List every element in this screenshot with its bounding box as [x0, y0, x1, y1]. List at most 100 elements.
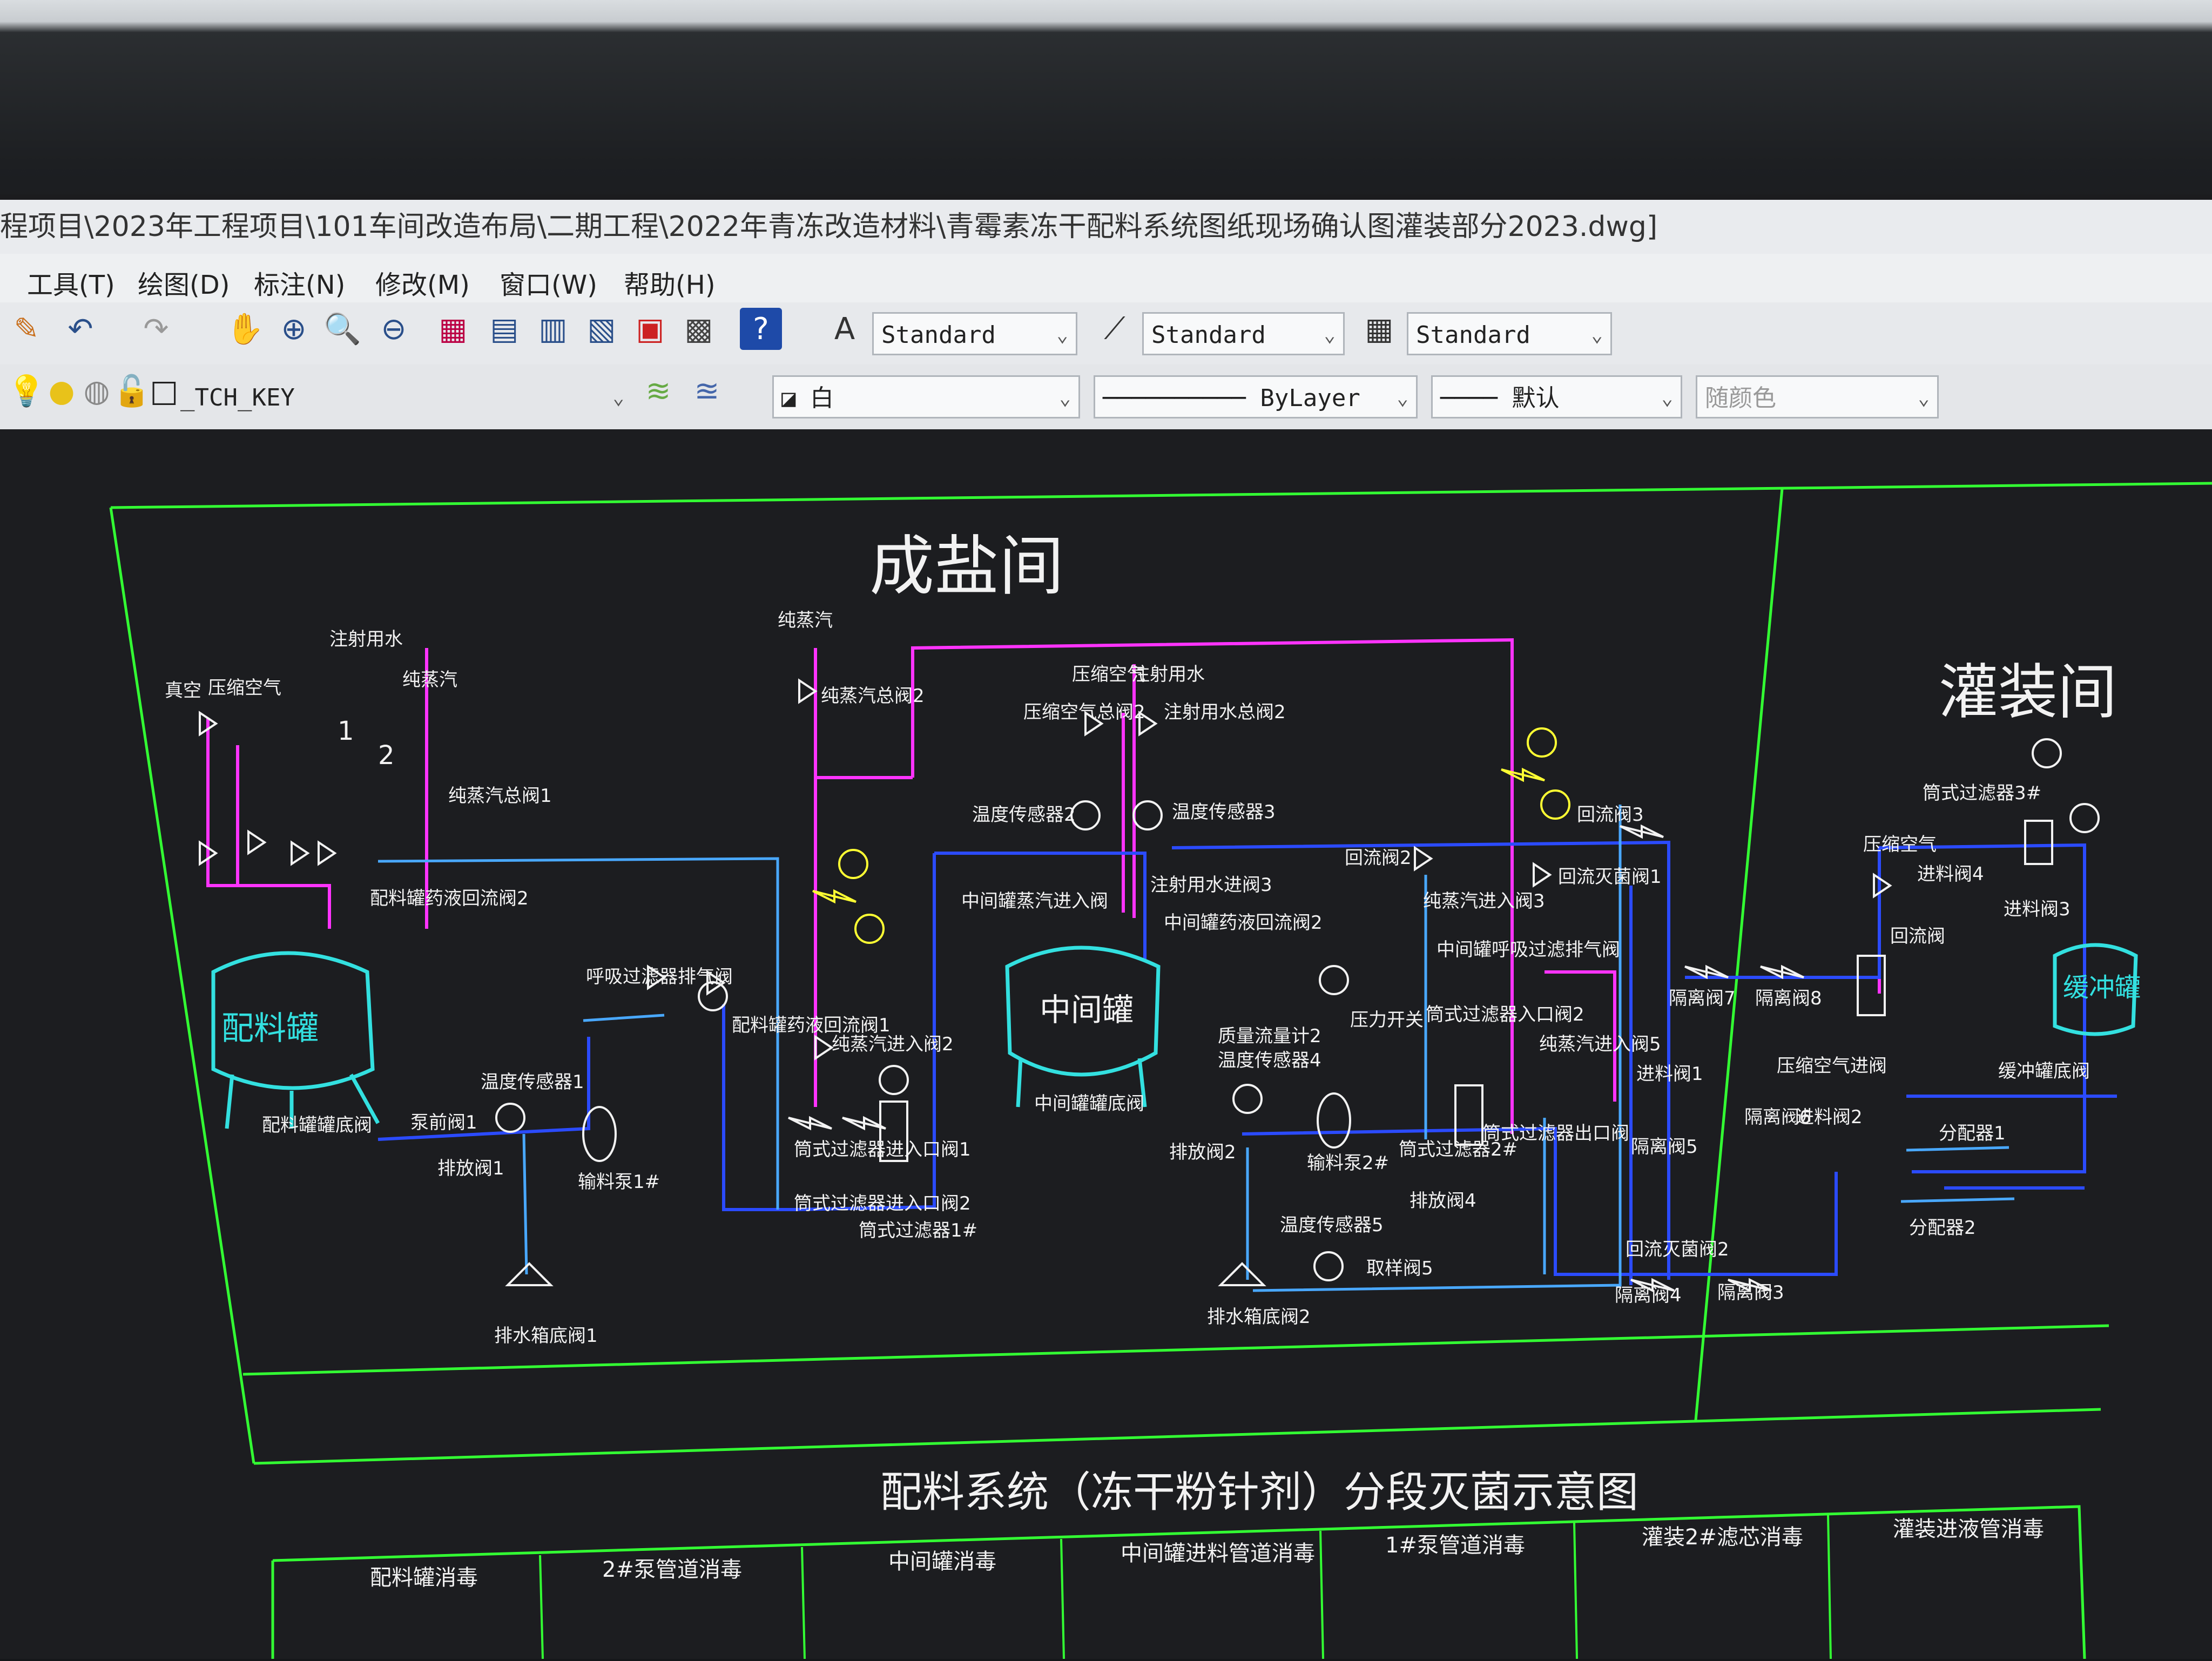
label-steam-main-1: 纯蒸汽总阀1: [448, 785, 552, 807]
lineweight-select[interactable]: ──── 默认 ⌄: [1431, 375, 1682, 418]
layer-select[interactable]: _TCH_KEY ⌄: [173, 376, 632, 420]
sterilization-table: 配料罐消毒 2#泵管道消毒 中间罐消毒 中间罐进料管道消毒 1#泵管道消毒 灌装…: [370, 1517, 2044, 1590]
label-inject-water: 注射用水: [329, 629, 403, 650]
label-return-3: 回流阀3: [1577, 804, 1644, 826]
label-drain-1: 排放阀1: [437, 1158, 504, 1179]
label-valve-1: 1: [338, 716, 354, 746]
label-water-top: 注射用水: [1131, 664, 1205, 685]
label-isolate-3: 隔离阀3: [1717, 1282, 1784, 1304]
label-distributor-1: 分配器1: [1939, 1123, 2006, 1144]
design-center-icon[interactable]: ▤: [483, 308, 525, 350]
dim-style-icon: ⟋: [1104, 311, 1125, 346]
middle-tank-label: 中间罐: [1040, 991, 1134, 1028]
label-valve-2: 2: [378, 740, 395, 771]
menu-modify[interactable]: 修改(M): [375, 264, 470, 301]
label-compressed-air: 压缩空气: [208, 677, 281, 699]
tool-palettes-icon[interactable]: ▥: [532, 308, 574, 350]
label-steam-main-2: 纯蒸汽总阀2: [821, 685, 925, 707]
frame-bottom: [253, 1408, 2101, 1465]
menu-window[interactable]: 窗口(W): [500, 264, 597, 301]
help-icon[interactable]: ?: [740, 308, 782, 350]
dim-style-select[interactable]: Standard ⌄: [1142, 312, 1345, 355]
table-style-icon: ▦: [1365, 311, 1394, 347]
label-water-total-2: 注射用水总阀2: [1164, 701, 1286, 723]
label-feed-3: 进料阀3: [2004, 899, 2071, 920]
label-filter-in-1: 筒式过滤器进入口阀1: [794, 1139, 971, 1160]
label-feed-4: 进料阀4: [1917, 863, 1984, 885]
label-isolate-8: 隔离阀8: [1755, 988, 1822, 1009]
redo-icon[interactable]: ↷: [135, 308, 177, 350]
label-temp-5: 温度传感器5: [1280, 1214, 1384, 1236]
text-style-icon: A: [834, 311, 855, 347]
sheet-set-icon[interactable]: ▧: [581, 308, 623, 350]
undo-icon[interactable]: ↶: [59, 308, 102, 350]
label-temp-2: 温度传感器2: [972, 804, 1076, 826]
cell-middle-feed: 中间罐进料管道消毒: [1121, 1541, 1315, 1566]
cell-batch-tank: 配料罐消毒: [370, 1565, 478, 1590]
layer-previous-icon[interactable]: ≊: [686, 370, 728, 412]
label-batch-return-1: 配料罐药液回流阀1: [732, 1015, 891, 1036]
cell-middle-tank: 中间罐消毒: [888, 1549, 996, 1574]
zoom-window-icon[interactable]: 🔍: [321, 308, 363, 350]
label-pump-2: 输料泵2#: [1307, 1152, 1389, 1174]
label-buffer-bottom: 缓冲罐底阀: [1998, 1061, 2090, 1082]
label-water-in-3: 注射用水进阀3: [1150, 874, 1272, 896]
cell-pump1: 1#泵管道消毒: [1385, 1533, 1525, 1558]
label-drain-box-1: 排水箱底阀1: [494, 1325, 598, 1347]
menu-draw[interactable]: 绘图(D): [138, 264, 230, 301]
label-steam-in-3: 纯蒸汽进入阀3: [1423, 890, 1545, 912]
vessels: [211, 943, 2138, 1129]
calculator-icon[interactable]: ▩: [678, 308, 720, 350]
plot-style-select[interactable]: 随颜色 ⌄: [1696, 375, 1939, 418]
menu-tools[interactable]: 工具(T): [27, 264, 115, 301]
label-middle-return-2: 中间罐药液回流阀2: [1164, 912, 1323, 934]
label-return-total-1: 回流灭菌阀1: [1558, 866, 1662, 888]
drawing-area[interactable]: 成盐间 灌装间 配料罐 中间罐 缓冲罐 注射用水 真空 压缩空气 纯蒸汽 1 2…: [0, 429, 2212, 1659]
linetype-select[interactable]: ────────── ByLayer ⌄: [1094, 375, 1418, 418]
label-drain-box-2: 排水箱底阀2: [1207, 1306, 1311, 1328]
label-batch-return-2: 配料罐药液回流阀2: [370, 888, 529, 909]
frame-top: [110, 482, 2212, 509]
properties-icon[interactable]: ▦: [432, 308, 474, 350]
layer-properties-icon[interactable]: ≋: [637, 370, 679, 412]
label-filter-1: 筒式过滤器1#: [859, 1220, 977, 1241]
markup-icon[interactable]: ▣: [629, 308, 671, 350]
standard-toolbar: ✎ ↶ ↷ ✋ ⊕ 🔍 ⊖ ▦ ▤ ▥ ▧ ▣ ▩ ? A Standard ⌄ …: [0, 302, 2212, 364]
label-pump-1: 输料泵1#: [578, 1171, 660, 1193]
menu-dimension[interactable]: 标注(N): [254, 264, 345, 301]
label-cap-filter-2: 筒式过滤器入口阀2: [1426, 1004, 1584, 1025]
label-return-2: 回流阀2: [1345, 847, 1412, 869]
label-inlet-1: 进料阀1: [1636, 1063, 1703, 1085]
label-breather: 呼吸过滤器排气阀: [586, 966, 733, 988]
frame-left: [109, 507, 255, 1464]
table-style-select[interactable]: Standard ⌄: [1407, 312, 1612, 355]
text-style-select[interactable]: Standard ⌄: [872, 312, 1077, 355]
label-steam-in-2: 纯蒸汽进入阀2: [832, 1034, 954, 1055]
distributors: [1900, 1146, 2015, 1203]
section-filling-room: 灌装间: [1939, 658, 2117, 727]
label-air-in: 压缩空气进阀: [1777, 1055, 1887, 1077]
label-pressure-switch: 压力开关: [1350, 1009, 1424, 1031]
label-pump-valve-1: 泵前阀1: [410, 1112, 477, 1133]
label-distributor-2: 分配器2: [1909, 1217, 1976, 1239]
label-middle-bottom: 中间罐罐底阀: [1034, 1093, 1144, 1115]
cell-filling-filter: 灌装2#滤芯消毒: [1642, 1525, 1803, 1550]
label-isolate-7: 隔离阀7: [1669, 988, 1736, 1009]
pan-icon[interactable]: ✋: [224, 308, 266, 350]
label-breather-2: 中间罐呼吸过滤排气阀: [1437, 939, 1620, 961]
label-isolate-4: 隔离阀4: [1615, 1285, 1682, 1306]
color-select[interactable]: ◪ 白 ⌄: [772, 375, 1080, 418]
drawing-canvas: 成盐间 灌装间 配料罐 中间罐 缓冲罐 注射用水 真空 压缩空气 纯蒸汽 1 2…: [109, 482, 2212, 1659]
section-salt-room: 成盐间: [869, 529, 1064, 604]
match-properties-icon[interactable]: ✎: [5, 308, 48, 350]
zoom-realtime-icon[interactable]: ⊕: [273, 308, 315, 350]
window-title: 程项目\2023年工程项目\101车间改造布局\二期工程\2022年青冻改造材料…: [0, 200, 2212, 254]
batch-tank-label: 配料罐: [221, 1010, 319, 1048]
zoom-previous-icon[interactable]: ⊖: [373, 308, 415, 350]
label-air-fill: 压缩空气: [1863, 834, 1937, 855]
buffer-tank-label: 缓冲罐: [2063, 973, 2141, 1003]
cell-filling-line: 灌装进液管消毒: [1893, 1517, 2044, 1542]
menu-help[interactable]: 帮助(H): [624, 264, 716, 301]
diagram-subtitle: 配料系统（冻干粉针剂）分段灭菌示意图: [880, 1468, 1638, 1517]
frame-divider: [1694, 488, 1784, 1421]
